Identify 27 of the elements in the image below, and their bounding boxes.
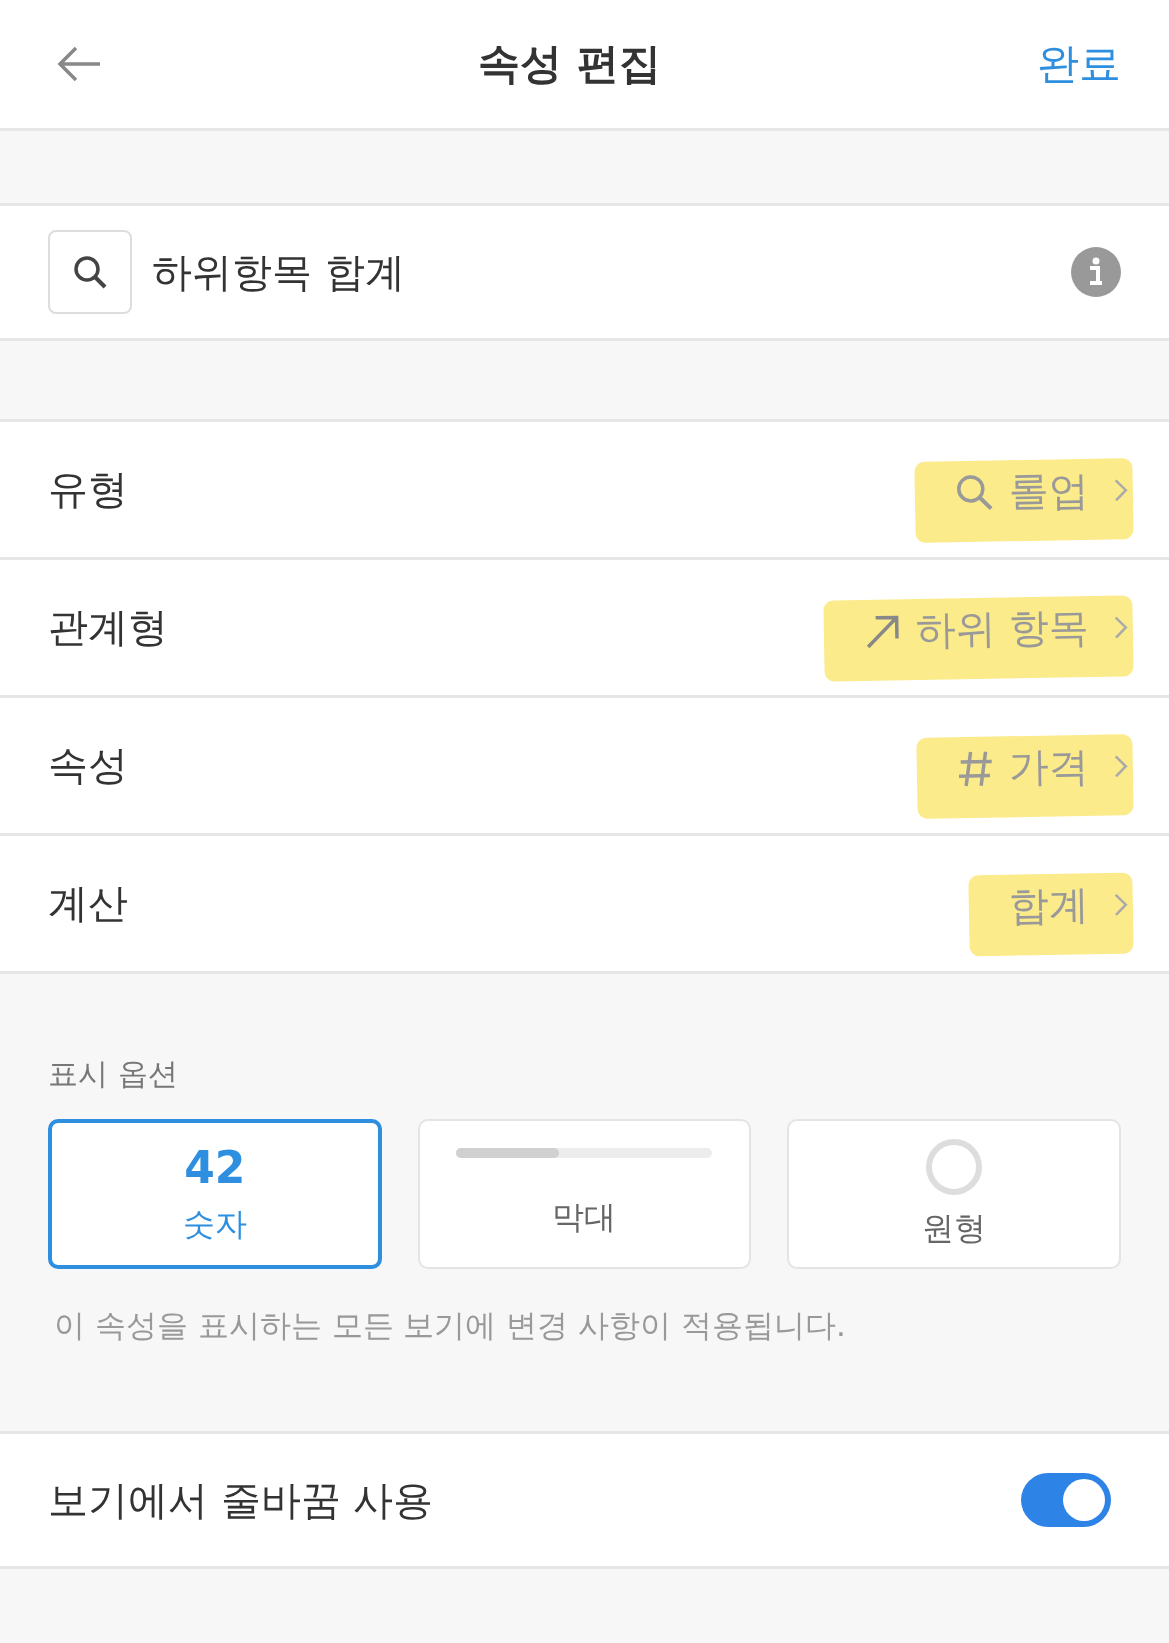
option-label: 숫자 xyxy=(182,1203,247,1245)
done-button[interactable]: 완료 xyxy=(1037,36,1121,92)
ring-icon xyxy=(924,1137,985,1197)
row-value[interactable]: 하위 항목 xyxy=(823,595,1134,682)
toggle-label: 보기에서 줄바꿈 사용 xyxy=(48,1475,434,1525)
row-value[interactable]: 롤업 xyxy=(914,458,1134,543)
icon-picker[interactable] xyxy=(48,230,132,314)
row-label: 유형 xyxy=(48,465,128,514)
option-label: 원형 xyxy=(922,1208,987,1249)
search-icon xyxy=(72,254,108,290)
property-name[interactable]: 하위항목 합계 xyxy=(152,244,405,300)
wrap-switch[interactable] xyxy=(1021,1473,1111,1527)
display-option[interactable]: 42 숫자 xyxy=(48,1119,382,1269)
row-label: 속성 xyxy=(48,741,128,790)
section-title: 표시 옵션 xyxy=(48,1055,179,1093)
option-label: 막대 xyxy=(552,1197,617,1238)
note-text: 이 속성을 표시하는 모든 보기에 변경 사항이 적용됩니다. xyxy=(53,1306,847,1345)
info-icon[interactable] xyxy=(1071,247,1121,297)
row-label: 계산 xyxy=(48,879,128,928)
page-title: 속성 편집 xyxy=(478,38,661,90)
display-option[interactable]: 막대 xyxy=(417,1119,752,1269)
row-value[interactable]: 가격 xyxy=(916,734,1134,819)
row-value[interactable]: 합계 xyxy=(968,872,1134,957)
number-sample: 42 xyxy=(184,1141,246,1193)
row-label: 관계형 xyxy=(48,603,168,652)
display-option[interactable]: 원형 xyxy=(787,1119,1121,1269)
back-icon[interactable] xyxy=(56,44,102,84)
